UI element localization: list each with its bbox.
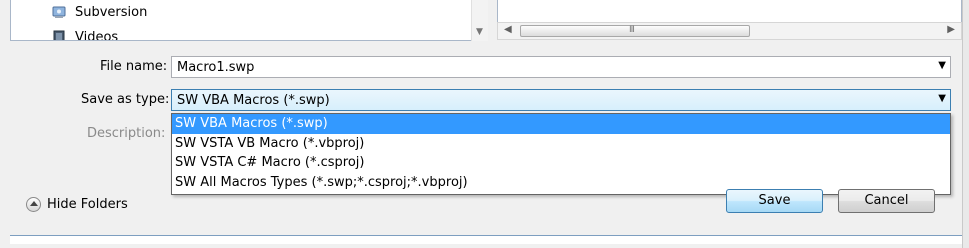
file-name-input[interactable]: Macro1.swp ▼ <box>171 56 951 78</box>
save-button[interactable]: Save <box>726 189 823 213</box>
save-as-type-value: SW VBA Macros (*.swp) <box>177 93 330 108</box>
hide-folders-toggle[interactable]: Hide Folders <box>26 197 128 212</box>
cancel-button[interactable]: Cancel <box>838 189 935 213</box>
tree-item-subversion[interactable]: Subversion <box>51 2 147 22</box>
scrollbar-grip: III <box>629 25 635 35</box>
file-name-label: File name: <box>100 59 168 74</box>
description-label: Description: <box>87 126 166 141</box>
bottom-border <box>10 235 962 244</box>
scroll-right-arrow-icon[interactable]: ▶ <box>947 24 955 35</box>
scrollbar-thumb[interactable]: III <box>520 25 750 37</box>
tree-item-label: Videos <box>75 29 119 41</box>
dropdown-option[interactable]: SW All Macros Types (*.swp;*.csproj;*.vb… <box>172 173 950 193</box>
scroll-left-arrow-icon[interactable]: ◀ <box>504 24 512 35</box>
file-list-pane[interactable] <box>497 0 962 22</box>
save-as-type-label: Save as type: <box>81 92 170 107</box>
dropdown-option[interactable]: SW VSTA C# Macro (*.csproj) <box>172 153 950 173</box>
file-name-value: Macro1.swp <box>177 60 255 75</box>
videos-icon <box>51 29 67 40</box>
chevron-down-icon[interactable]: ▼ <box>938 93 946 104</box>
hide-folders-label: Hide Folders <box>47 197 128 212</box>
dropdown-option[interactable]: SW VBA Macros (*.swp) <box>172 114 950 134</box>
scroll-down-arrow-icon[interactable]: ▼ <box>476 27 483 37</box>
save-as-type-select[interactable]: SW VBA Macros (*.swp) ▼ <box>171 89 951 111</box>
save-type-dropdown-list[interactable]: SW VBA Macros (*.swp) SW VSTA VB Macro (… <box>171 113 951 195</box>
chevron-down-icon[interactable]: ▼ <box>938 60 946 71</box>
folder-tree-pane[interactable]: Subversion Videos <box>10 0 481 41</box>
tree-item-videos[interactable]: Videos <box>51 27 119 41</box>
collapse-up-icon <box>26 197 41 212</box>
dropdown-option[interactable]: SW VSTA VB Macro (*.vbproj) <box>172 134 950 154</box>
tree-item-label: Subversion <box>75 4 148 20</box>
tree-vertical-scrollbar[interactable]: ▼ <box>471 0 488 41</box>
subversion-icon <box>51 4 67 20</box>
window-right-edge <box>962 0 969 248</box>
file-list-horizontal-scrollbar[interactable]: ◀ III ▶ <box>497 22 962 40</box>
